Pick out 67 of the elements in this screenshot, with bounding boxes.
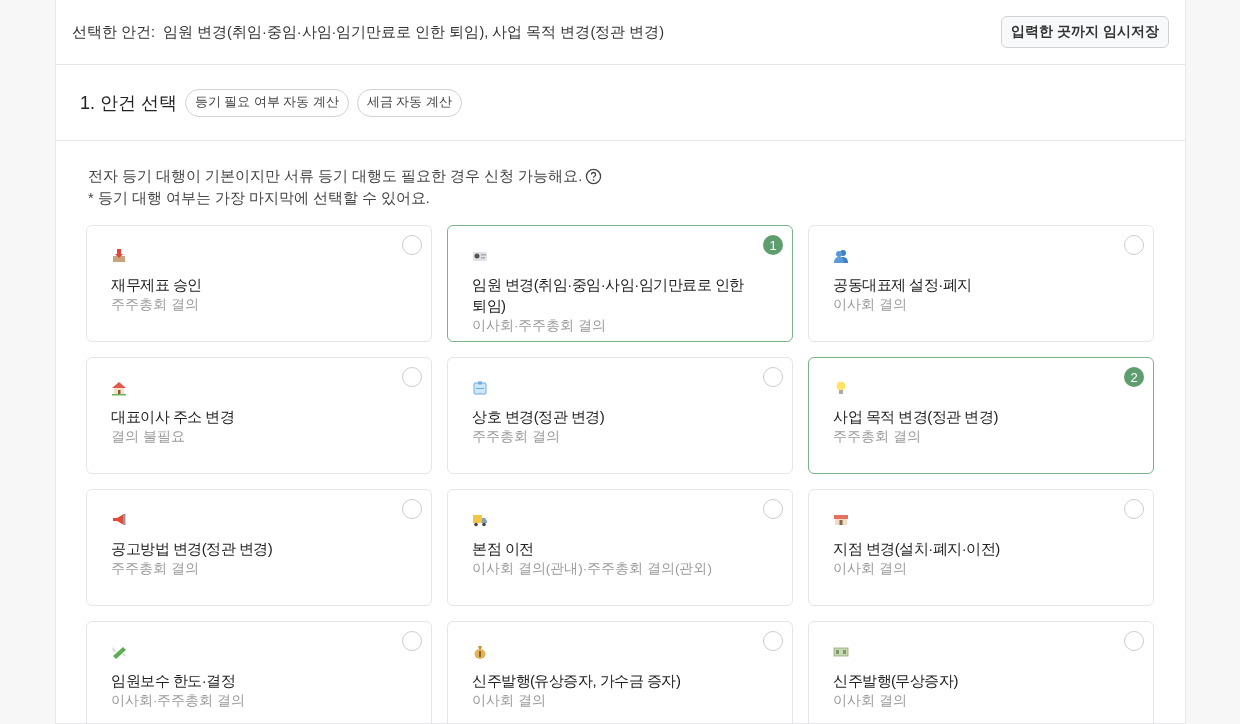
card-note: 이사회·주주총회 결의 bbox=[472, 317, 607, 335]
card-note: 이사회·주주총회 결의 bbox=[111, 692, 246, 710]
feature-chip[interactable]: 세금 자동 계산 bbox=[356, 88, 462, 117]
store-icon bbox=[833, 512, 849, 528]
radio-button[interactable] bbox=[1124, 631, 1144, 651]
card-title: 상호 변경(정관 변경) bbox=[472, 407, 606, 427]
card-title: 사업 목적 변경(정관 변경) bbox=[833, 407, 999, 427]
card-note: 이사회 결의 bbox=[833, 560, 907, 578]
card-title: 신주발행(무상증자) bbox=[833, 671, 959, 691]
card-note: 이사회 결의 bbox=[833, 692, 907, 710]
megaphone-icon bbox=[111, 512, 127, 528]
agenda-card[interactable]: 신주발행(무상증자) 이사회 결의 bbox=[808, 621, 1154, 723]
radio-button[interactable] bbox=[1124, 235, 1144, 255]
radio-button[interactable] bbox=[763, 499, 783, 519]
radio-button[interactable] bbox=[402, 367, 422, 387]
agenda-card[interactable]: 공고방법 변경(정관 변경) 주주총회 결의 bbox=[86, 489, 432, 606]
agenda-card[interactable]: 본점 이전 이사회 결의(관내)·주주총회 결의(관외) bbox=[447, 489, 793, 606]
card-title: 본점 이전 bbox=[472, 539, 535, 559]
info-text: 전자 등기 대행이 기본이지만 서류 등기 대행도 필요한 경우 신청 가능해요. bbox=[88, 167, 583, 186]
agenda-card[interactable]: 신주발행(유상증자, 가수금 증자) 이사회 결의 bbox=[447, 621, 793, 723]
card-title: 대표이사 주소 변경 bbox=[111, 407, 236, 427]
agenda-card[interactable]: 지점 변경(설치·폐지·이전) 이사회 결의 bbox=[808, 489, 1154, 606]
agenda-card[interactable]: 임원보수 한도·결정 이사회·주주총회 결의 bbox=[86, 621, 432, 723]
card-note: 이사회 결의(관내)·주주총회 결의(관외) bbox=[472, 560, 712, 578]
card-note: 주주총회 결의 bbox=[111, 296, 199, 314]
radio-button[interactable] bbox=[763, 631, 783, 651]
people-icon bbox=[833, 248, 849, 264]
truck-icon bbox=[472, 512, 488, 528]
selection-value: 임원 변경(취임·중임·사임·임기만료로 인한 퇴임), 사업 목적 변경(정관 변경) bbox=[163, 22, 665, 42]
card-note: 결의 불필요 bbox=[111, 428, 185, 446]
save-draft-button[interactable]: 입력한 곳까지 임시저장 bbox=[1001, 16, 1169, 48]
card-title: 재무제표 승인 bbox=[111, 275, 203, 295]
feature-chip[interactable]: 등기 필요 여부 자동 계산 bbox=[185, 88, 349, 117]
agenda-card[interactable]: 공동대표제 설정·폐지 이사회 결의 bbox=[808, 225, 1154, 342]
card-note: 주주총회 결의 bbox=[111, 560, 199, 578]
section-title: 1. 안건 선택 bbox=[80, 91, 177, 115]
house-icon bbox=[111, 380, 127, 396]
banknote-icon bbox=[833, 644, 849, 660]
card-title: 공동대표제 설정·폐지 bbox=[833, 275, 973, 295]
agenda-card[interactable]: 상호 변경(정관 변경) 주주총회 결의 bbox=[447, 357, 793, 474]
radio-button[interactable] bbox=[1124, 499, 1144, 519]
card-note: 이사회 결의 bbox=[833, 296, 907, 314]
card-title: 임원보수 한도·결정 bbox=[111, 671, 237, 691]
radio-button[interactable] bbox=[402, 235, 422, 255]
card-note: 주주총회 결의 bbox=[472, 428, 560, 446]
order-badge: 1 bbox=[763, 235, 783, 255]
agenda-card[interactable]: 재무제표 승인 주주총회 결의 bbox=[86, 225, 432, 342]
agenda-card[interactable]: 사업 목적 변경(정관 변경) 주주총회 결의 2 bbox=[808, 357, 1154, 474]
agenda-card[interactable]: 대표이사 주소 변경 결의 불필요 bbox=[86, 357, 432, 474]
radio-button[interactable] bbox=[402, 631, 422, 651]
info-text: * 등기 대행 여부는 가장 마지막에 선택할 수 있어요. bbox=[88, 189, 430, 208]
card-title: 임원 변경(취임·중임·사임·임기만료로 인한 퇴임) bbox=[472, 275, 745, 316]
selection-label: 선택한 안건: bbox=[72, 22, 156, 42]
agenda-card[interactable]: 임원 변경(취임·중임·사임·임기만료로 인한 퇴임) 이사회·주주총회 결의 1 bbox=[447, 225, 793, 342]
card-note: 주주총회 결의 bbox=[833, 428, 921, 446]
radio-button[interactable] bbox=[763, 367, 783, 387]
help-icon[interactable] bbox=[585, 167, 603, 185]
order-badge: 2 bbox=[1124, 367, 1144, 387]
clipboard-icon bbox=[472, 380, 488, 396]
card-title: 지점 변경(설치·폐지·이전) bbox=[833, 539, 1001, 559]
card-title: 공고방법 변경(정관 변경) bbox=[111, 539, 274, 559]
card-note: 이사회 결의 bbox=[472, 692, 546, 710]
inbox-tray-icon bbox=[111, 248, 127, 264]
card-title: 신주발행(유상증자, 가수금 증자) bbox=[472, 671, 682, 691]
radio-button[interactable] bbox=[402, 499, 422, 519]
money-bag-icon bbox=[472, 644, 488, 660]
money-wings-icon bbox=[111, 644, 127, 660]
